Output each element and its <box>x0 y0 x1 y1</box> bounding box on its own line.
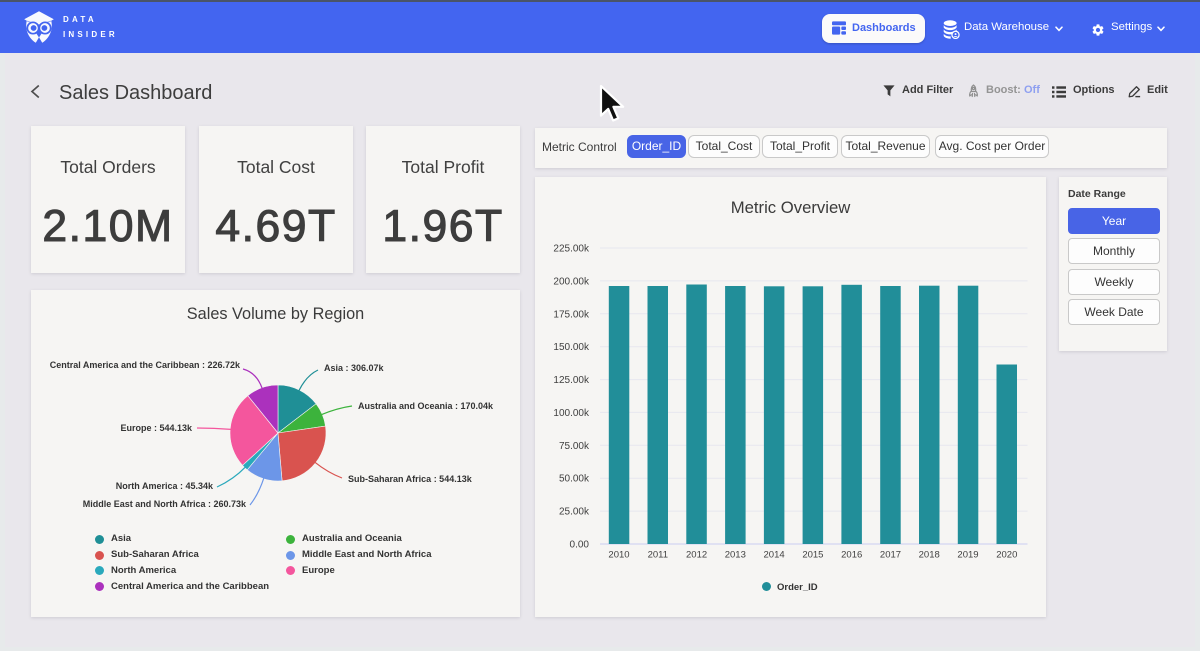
svg-text:2012: 2012 <box>686 550 707 561</box>
svg-text:150.00k: 150.00k <box>553 342 590 353</box>
svg-text:2018: 2018 <box>919 550 940 561</box>
svg-text:200.00k: 200.00k <box>553 276 590 287</box>
svg-text:2019: 2019 <box>957 550 978 561</box>
svg-text:175.00k: 175.00k <box>553 309 590 320</box>
svg-text:2017: 2017 <box>880 550 901 561</box>
svg-text:100.00k: 100.00k <box>553 408 590 419</box>
svg-text:2011: 2011 <box>648 550 668 561</box>
svg-text:2014: 2014 <box>764 550 785 561</box>
svg-text:2016: 2016 <box>841 550 862 561</box>
svg-text:75.00k: 75.00k <box>559 441 590 452</box>
svg-text:2015: 2015 <box>802 550 823 561</box>
svg-text:125.00k: 125.00k <box>553 375 590 386</box>
svg-text:2010: 2010 <box>608 550 629 561</box>
svg-text:50.00k: 50.00k <box>559 474 590 485</box>
svg-text:225.00k: 225.00k <box>553 244 590 255</box>
svg-text:2013: 2013 <box>725 550 746 561</box>
svg-text:2020: 2020 <box>996 550 1017 561</box>
svg-text:25.00k: 25.00k <box>559 507 590 518</box>
svg-text:Order_ID: Order_ID <box>777 582 818 593</box>
svg-text:0.00: 0.00 <box>570 540 590 551</box>
